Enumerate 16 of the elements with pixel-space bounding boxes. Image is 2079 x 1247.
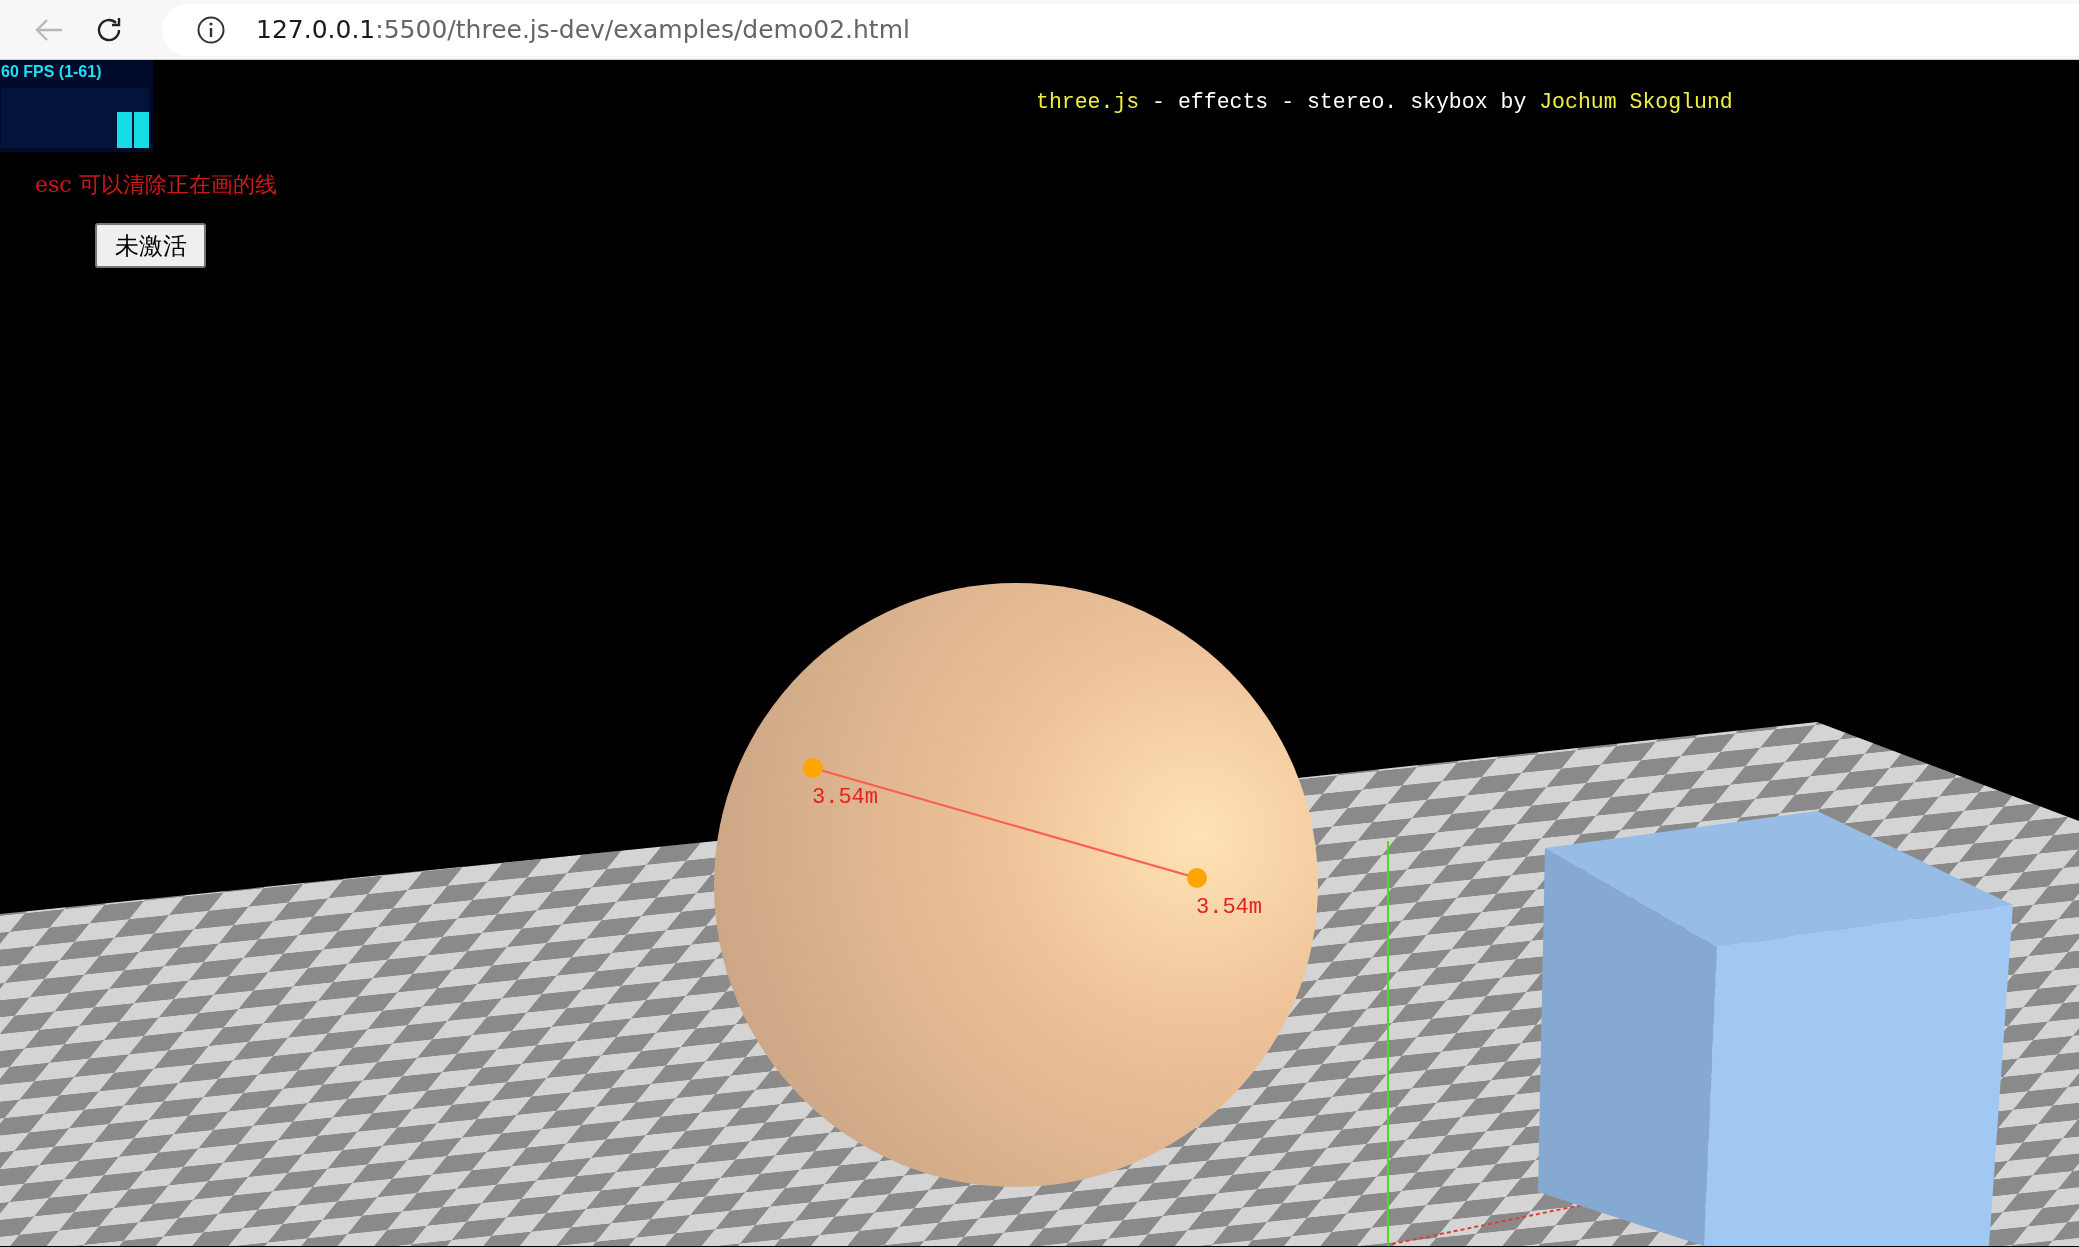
measure-point[interactable] — [803, 758, 823, 778]
distance-label: 3.54m — [812, 785, 878, 810]
activate-button[interactable]: 未激活 — [95, 223, 206, 268]
info-link[interactable]: Jochum Skoglund — [1539, 90, 1733, 114]
fps-panel[interactable]: 60 FPS (1-61) — [0, 60, 153, 152]
measure-point[interactable] — [1187, 868, 1207, 888]
hint-text: esc 可以清除正在画的线 — [35, 171, 277, 199]
info-icon[interactable] — [196, 14, 226, 45]
back-arrow-icon[interactable] — [34, 17, 64, 42]
address-bar[interactable]: 127.0.0.1:5500/three.js-dev/examples/demo02.html — [162, 3, 2079, 56]
info-text: three.js - effects - stereo. skybox by Jochum Skoglund — [1036, 90, 1733, 114]
info-link[interactable]: three.js — [1036, 90, 1140, 114]
3d-viewport[interactable]: 60 FPS (1-61) three.js - effects - stereo. skybox by Jochum Skoglund esc 可以清除正在画的线 未激活 3.54m 3.54m — [0, 60, 2079, 1246]
distance-label: 3.54m — [1196, 895, 1262, 920]
url-text: 127.0.0.1:5500/three.js-dev/examples/demo02.html — [256, 15, 910, 44]
fps-label: 60 FPS (1-61) — [1, 62, 103, 82]
